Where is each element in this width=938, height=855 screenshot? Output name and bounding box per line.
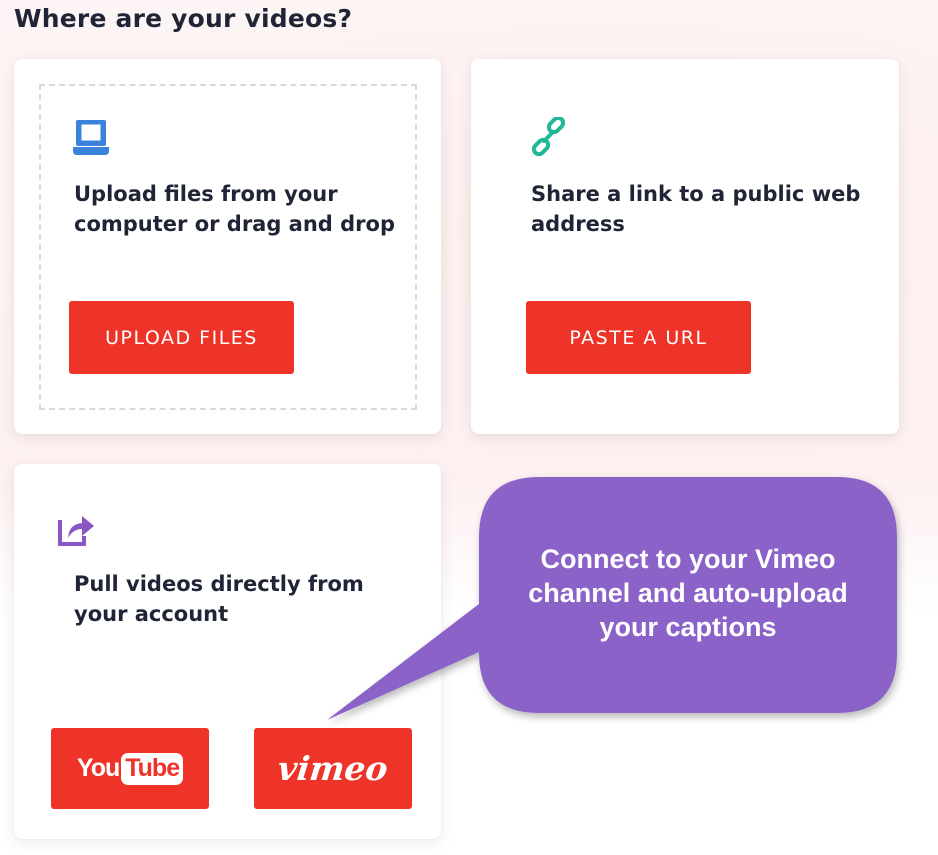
share-icon — [58, 516, 94, 546]
youtube-button[interactable]: You Tube — [51, 728, 209, 809]
youtube-logo: You Tube — [76, 752, 184, 785]
laptop-icon — [73, 120, 109, 155]
upload-files-button[interactable]: UPLOAD FILES — [69, 301, 294, 374]
paste-url-card[interactable]: Share a link to a public web address PAS… — [471, 59, 899, 434]
pull-videos-description: Pull videos directly from your account — [74, 572, 364, 626]
page-title: Where are your videos? — [14, 4, 353, 33]
upload-files-description: Upload files from your computer or drag … — [74, 182, 395, 236]
paste-url-button[interactable]: PASTE A URL — [526, 301, 751, 374]
upload-files-card[interactable]: Upload files from your computer or drag … — [14, 59, 441, 434]
paste-url-description: Share a link to a public web address — [531, 182, 861, 236]
link-icon — [531, 117, 566, 157]
vimeo-logo: vimeo — [276, 749, 390, 788]
callout-text: Connect to your Vimeo channel and auto-u… — [528, 544, 848, 642]
pull-videos-card: Pull videos directly from your account Y… — [14, 464, 441, 839]
youtube-logo-tube: Tube — [121, 752, 184, 785]
vimeo-button[interactable]: vimeo — [254, 728, 412, 809]
youtube-logo-you: You — [76, 754, 120, 782]
